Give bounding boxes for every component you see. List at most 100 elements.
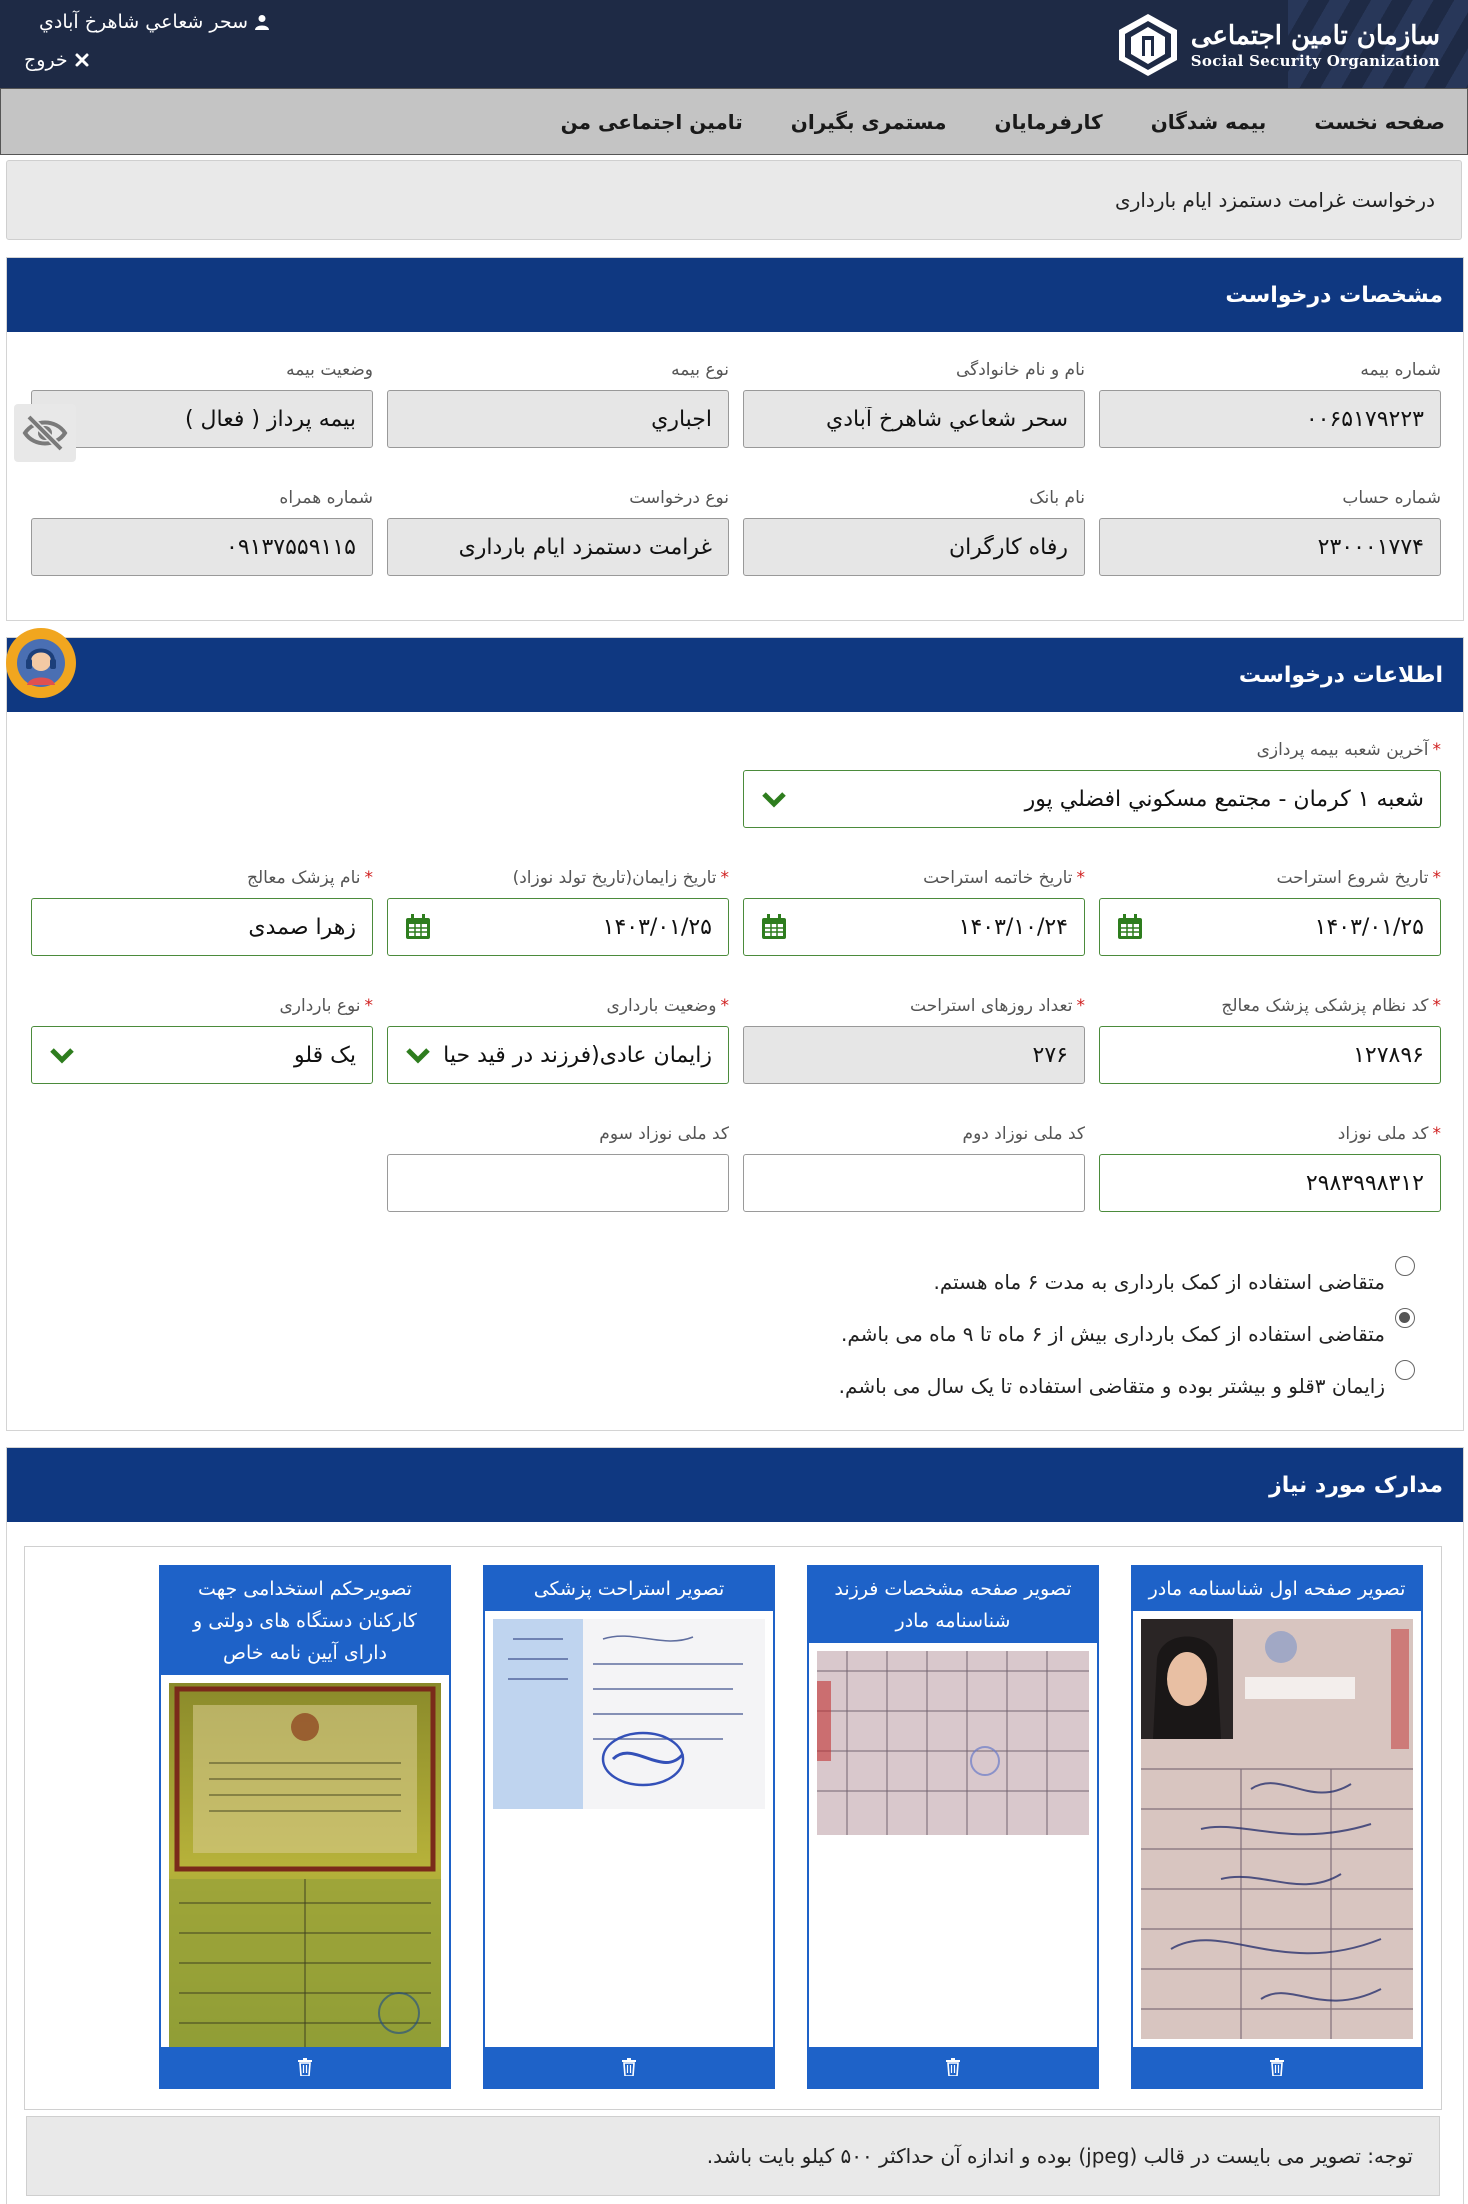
bank-name-input[interactable]: رفاه کارگران (743, 518, 1085, 576)
trash-icon (946, 2058, 960, 2076)
last-branch-field: *آخرین شعبه بیمه پردازی شعبه ۱ کرمان - م… (743, 740, 1441, 828)
nav-pensioners[interactable]: مستمری بگیران (791, 110, 947, 134)
full-name-input[interactable]: سحر شعاعي شاهرخ آبادي (743, 390, 1085, 448)
doc-title: تصویر صفحه اول شناسنامه مادر (1133, 1567, 1421, 1611)
doctor-code-input[interactable]: ۱۲۷۸۹۶ (1099, 1026, 1441, 1084)
doctor-name-field: *نام پزشک معالج زهرا صمدی (31, 868, 373, 956)
baby2-id-input[interactable] (743, 1154, 1085, 1212)
rest-start-label: تاریخ شروع استراحت (1276, 868, 1429, 888)
insurance-type-field: نوع بیمه اجباري (387, 360, 729, 448)
mobile-field: شماره همراه ۰۹۱۳۷۵۵۹۱۱۵ (31, 488, 373, 576)
org-name-fa: سازمان تامین اجتماعی (1190, 21, 1440, 51)
duration-option-6[interactable]: متقاضی استفاده از کمک بارداری به مدت ۶ م… (839, 1256, 1415, 1308)
visibility-toggle[interactable] (14, 404, 76, 462)
trash-icon (1270, 2058, 1284, 2076)
nav-home[interactable]: صفحه نخست (1314, 110, 1445, 134)
option-label: متقاضی استفاده از کمک بارداری بیش از ۶ م… (840, 1322, 1385, 1346)
nav-employers[interactable]: کارفرمایان (995, 110, 1103, 134)
delete-doc-button[interactable] (809, 2047, 1097, 2087)
rest-days-label: تعداد روزهای استراحت (910, 996, 1073, 1016)
eye-off-icon (22, 414, 68, 452)
radio-button[interactable] (1395, 1360, 1415, 1380)
baby3-id-field: کد ملی نوزاد سوم (387, 1124, 729, 1212)
request-info-panel: اطلاعات درخواست *آخرین شعبه بیمه پردازی … (6, 637, 1464, 1431)
logout-label: خروج (24, 49, 68, 71)
pregnancy-type-field: *نوع بارداری یک قلو (31, 996, 373, 1084)
rest-end-input[interactable]: ۱۴۰۳/۱۰/۲۴ (743, 898, 1085, 956)
rest-end-label: تاریخ خاتمه استراحت (923, 868, 1073, 888)
insurance-status-input[interactable]: بیمه پرداز ( فعال ) (31, 390, 373, 448)
delete-doc-button[interactable] (161, 2047, 449, 2087)
delete-doc-button[interactable] (485, 2047, 773, 2087)
option-label: زایمان ۳قلو و بیشتر بوده و متقاضی استفاد… (838, 1374, 1385, 1398)
user-box: سحر شعاعي شاهرخ آبادي خروج (24, 8, 270, 74)
trash-icon (622, 2058, 636, 2076)
doctor-name-label: نام پزشک معالج (247, 868, 361, 888)
support-chat-button[interactable] (6, 628, 76, 698)
insurance-status-field: وضعیت بیمه بیمه پرداز ( فعال ) (31, 360, 373, 448)
nav-my-ssa[interactable]: تامین اجتماعی من (561, 110, 743, 134)
doc-image[interactable] (817, 1651, 1089, 1835)
request-spec-title: مشخصات درخواست (7, 258, 1463, 332)
pregnancy-status-field: *وضعیت بارداری زایمان عادی(فرزند در قید … (387, 996, 729, 1084)
rest-days-input[interactable]: ۲۷۶ (743, 1026, 1085, 1084)
pregnancy-type-select[interactable]: یک قلو (31, 1026, 373, 1084)
doc-card-employment-decree: تصویرحکم استخدامی جهت کارکنان دستگاه های… (159, 1565, 451, 2089)
doctor-name-input[interactable]: زهرا صمدی (31, 898, 373, 956)
doc-image[interactable] (493, 1619, 765, 1809)
rest-end-field: *تاریخ خاتمه استراحت ۱۴۰۳/۱۰/۲۴ (743, 868, 1085, 956)
duration-option-12[interactable]: زایمان ۳قلو و بیشتر بوده و متقاضی استفاد… (839, 1360, 1415, 1412)
logout-link[interactable]: خروج (24, 46, 270, 74)
full-name-label: نام و نام خانوادگی (955, 360, 1085, 380)
org-name: سازمان تامین اجتماعی Social Security Org… (1191, 20, 1440, 70)
calendar-icon (762, 914, 786, 939)
mobile-input[interactable]: ۰۹۱۳۷۵۵۹۱۱۵ (31, 518, 373, 576)
doctor-code-field: *کد نظام پزشکی پزشک معالج ۱۲۷۸۹۶ (1099, 996, 1441, 1084)
nav-insured[interactable]: بیمه شدگان (1151, 110, 1267, 134)
org-emblem-icon (1118, 14, 1177, 76)
user-name: سحر شعاعي شاهرخ آبادي (39, 11, 248, 33)
doc-image[interactable] (169, 1683, 441, 2049)
doc-card-birth-certificate: تصویر صفحه اول شناسنامه مادر (1131, 1565, 1423, 2089)
request-type-input[interactable]: غرامت دستمزد ایام بارداری (387, 518, 729, 576)
main-nav: صفحه نخست بیمه شدگان کارفرمایان مستمری ب… (0, 88, 1468, 155)
rest-days-field: *تعداد روزهای استراحت ۲۷۶ (743, 996, 1085, 1084)
user-info: سحر شعاعي شاهرخ آبادي (24, 8, 270, 36)
baby3-id-label: کد ملی نوزاد سوم (599, 1124, 729, 1144)
radio-button[interactable] (1395, 1256, 1415, 1276)
trash-icon (298, 2058, 312, 2076)
duration-option-9[interactable]: متقاضی استفاده از کمک بارداری بیش از ۶ م… (839, 1308, 1415, 1360)
birth-date-label: تاریخ زایمان(تاریخ تولد نوزاد) (512, 868, 717, 888)
request-info-title: اطلاعات درخواست (7, 638, 1463, 712)
org-logo[interactable]: سازمان تامین اجتماعی Social Security Org… (1115, 10, 1440, 80)
radio-button-selected[interactable] (1395, 1308, 1415, 1328)
chevron-down-icon (762, 792, 786, 808)
delete-doc-button[interactable] (1133, 2047, 1421, 2087)
doc-title: تصویر استراحت پزشکی (485, 1567, 773, 1611)
doc-card-medical-rest: تصویر استراحت پزشکی (483, 1565, 775, 2089)
calendar-icon (1118, 914, 1142, 939)
rest-start-field: *تاریخ شروع استراحت ۱۴۰۳/۰۱/۲۵ (1099, 868, 1441, 956)
last-branch-select[interactable]: شعبه ۱ کرمان - مجتمع مسکوني افضلي پور (743, 770, 1441, 828)
birth-date-input[interactable]: ۱۴۰۳/۰۱/۲۵ (387, 898, 729, 956)
insurance-status-label: وضعیت بیمه (286, 360, 373, 380)
account-number-field: شماره حساب ۲۳۰۰۰۱۷۷۴ (1099, 488, 1441, 576)
insurance-number-label: شماره بیمه (1360, 360, 1441, 380)
insurance-number-input[interactable]: ۰۰۶۵۱۷۹۲۲۳ (1099, 390, 1441, 448)
bank-name-field: نام بانک رفاه کارگران (743, 488, 1085, 576)
doctor-code-label: کد نظام پزشکی پزشک معالج (1221, 996, 1429, 1016)
insurance-type-input[interactable]: اجباري (387, 390, 729, 448)
account-number-label: شماره حساب (1342, 488, 1441, 508)
rest-start-input[interactable]: ۱۴۰۳/۰۱/۲۵ (1099, 898, 1441, 956)
chevron-down-icon (50, 1048, 74, 1064)
doc-image[interactable] (1141, 1619, 1413, 2039)
baby3-id-input[interactable] (387, 1154, 729, 1212)
doc-title: تصویر صفحه مشخصات فرزند شناسنامه مادر (809, 1567, 1097, 1643)
mobile-label: شماره همراه (279, 488, 373, 508)
baby-id-input[interactable]: ۲۹۸۳۹۹۸۳۱۲ (1099, 1154, 1441, 1212)
documents-title: مدارک مورد نیاز (7, 1448, 1463, 1522)
pregnancy-status-select[interactable]: زایمان عادی(فرزند در قید حیات) (387, 1026, 729, 1084)
last-branch-label: آخرین شعبه بیمه پردازی (1256, 740, 1429, 760)
account-number-input[interactable]: ۲۳۰۰۰۱۷۷۴ (1099, 518, 1441, 576)
org-name-en: Social Security Organization (1190, 52, 1440, 70)
